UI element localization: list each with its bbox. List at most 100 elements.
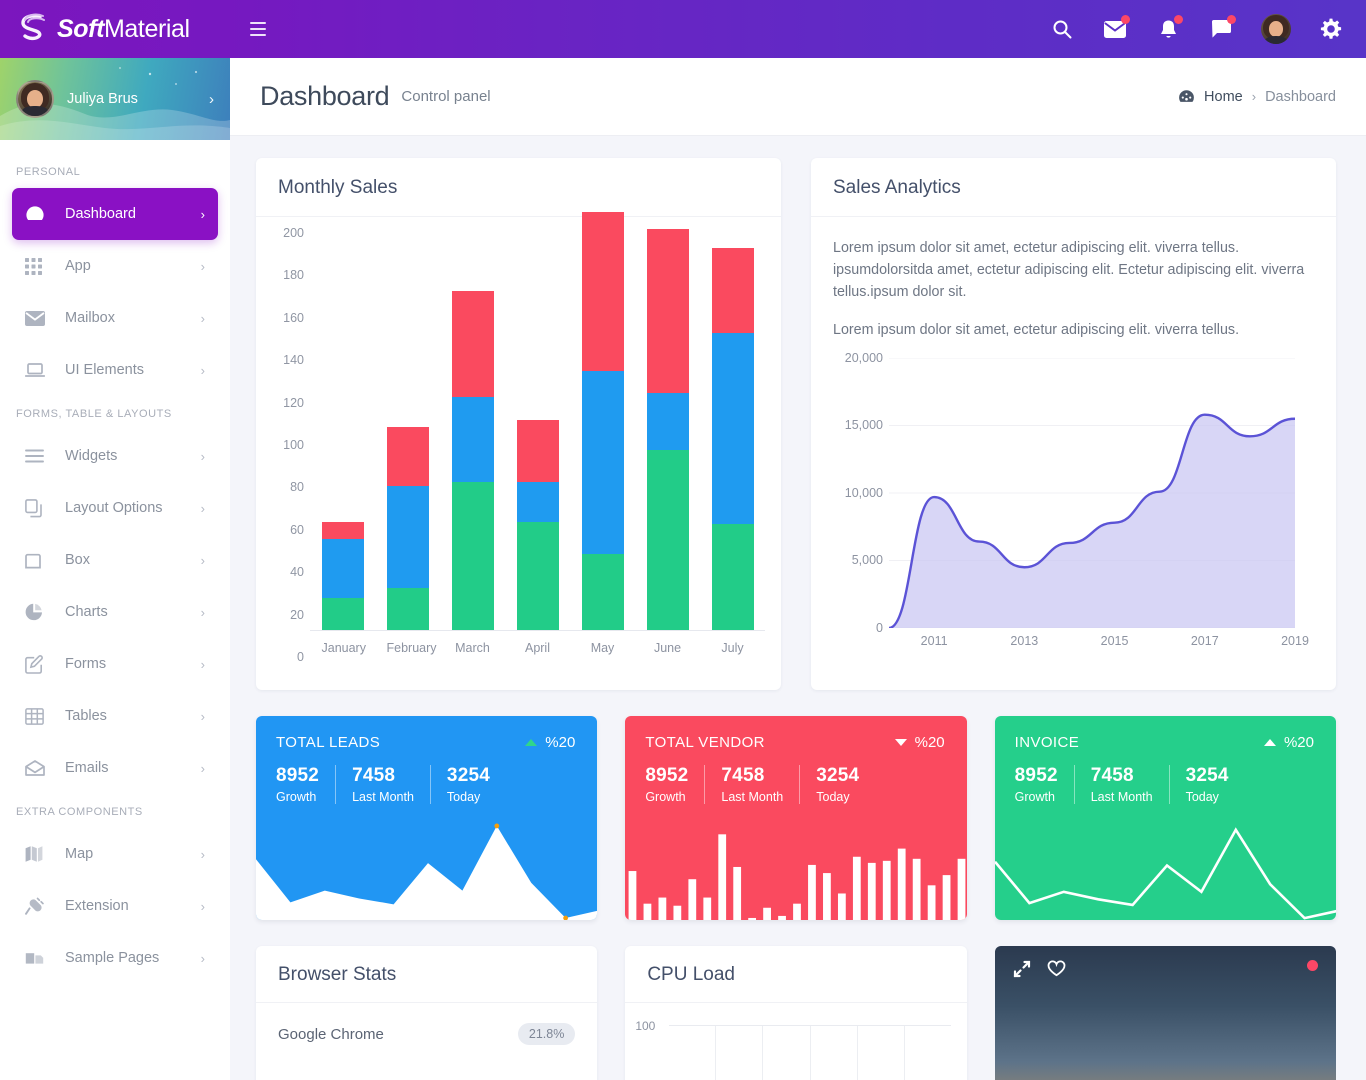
user-avatar[interactable] — [1261, 14, 1291, 44]
sales-analytics-body: Lorem ipsum dolor sit amet, ectetur adip… — [811, 217, 1336, 666]
sidebar-item-charts[interactable]: Charts › — [12, 586, 218, 638]
bar-x-tick: April — [524, 641, 550, 655]
sidebar-item-ui-elements[interactable]: UI Elements › — [12, 344, 218, 396]
dashboard-content: Monthly Sales 200 180 160 140 120 100 80 60 40 20… — [230, 136, 1366, 1080]
trend-up-icon — [1263, 739, 1276, 746]
sidebar-item-label: Mailbox — [65, 310, 115, 326]
bar-segment-red — [711, 248, 754, 334]
stat-card-total-vendor[interactable]: TOTAL VENDOR %20 8952 Growth 7458 Last Month 3… — [625, 716, 967, 920]
mail-icon[interactable] — [1102, 15, 1130, 42]
sidebar-item-dashboard[interactable]: Dashboard › — [12, 188, 218, 240]
chevron-right-icon: › — [200, 448, 205, 464]
chat-icon[interactable] — [1208, 15, 1236, 42]
bar-segment-red — [386, 426, 429, 486]
bar-y-tick: 60 — [290, 522, 304, 537]
breadcrumb-home[interactable]: Home — [1204, 89, 1243, 105]
stat-metric-label: Last Month — [721, 790, 784, 804]
stat-metrics: 8952 Growth 7458 Last Month 3254 Today — [256, 751, 597, 804]
stat-metric-value: 8952 — [276, 765, 320, 786]
gear-icon[interactable] — [1318, 16, 1344, 42]
bar-y-tick: 100 — [283, 438, 304, 452]
sidebar-item-emails[interactable]: Emails › — [12, 742, 218, 794]
sidebar-group-label: FORMS, TABLE & LAYOUTS — [16, 408, 172, 420]
brand-name-bold: Soft — [57, 14, 104, 43]
stat-card-title: TOTAL LEADS — [276, 734, 381, 751]
stat-metric: 7458 Last Month — [704, 765, 799, 804]
bar-segment-blue — [386, 485, 429, 588]
sidebar-profile[interactable]: Juliya Brus › — [0, 58, 230, 140]
trend-up-icon — [525, 739, 538, 746]
bar-segment-red — [581, 212, 624, 372]
chevron-right-icon: › — [200, 898, 205, 914]
bar-x-tick: March — [455, 641, 490, 655]
stat-metric-label: Growth — [1014, 790, 1055, 804]
sidebar-item-mailbox[interactable]: Mailbox › — [12, 292, 218, 344]
sidebar-item-extension[interactable]: Extension › — [12, 880, 218, 932]
stat-metric-label: Last Month — [1090, 790, 1153, 804]
breadcrumb-current: Dashboard — [1265, 88, 1336, 105]
stat-metric-label: Today — [816, 790, 850, 804]
bar-segment-red — [646, 229, 689, 393]
main-area: Dashboard Control panel Home › Dashboard… — [230, 58, 1366, 1080]
browser-stats-row[interactable]: Google Chrome 21.8% — [256, 1003, 597, 1065]
sidebar-item-label: App — [65, 258, 91, 274]
sidebar-item-box[interactable]: Box › — [12, 534, 218, 586]
bar-segment-green — [386, 587, 429, 630]
sparkline-svg — [628, 834, 966, 920]
sidebar-item-app[interactable]: App › — [12, 240, 218, 292]
sidebar-toggle-button[interactable] — [250, 16, 276, 42]
stat-card-total-leads[interactable]: TOTAL LEADS %20 8952 Growth 7458 Last Month 32… — [256, 716, 598, 920]
heart-icon[interactable] — [1047, 960, 1066, 983]
stat-metric: 8952 Growth — [645, 765, 704, 804]
bar-segment-green — [516, 521, 559, 630]
avatar-face — [1261, 14, 1291, 44]
card-header: Browser Stats — [256, 946, 598, 1003]
bar-chart-x-axis: January February March April May June July — [310, 641, 765, 655]
hamburger-line — [250, 22, 266, 24]
bar-y-tick: 160 — [283, 310, 304, 325]
sidebar-item-tables[interactable]: Tables › — [12, 690, 218, 742]
sidebar-item-label: Tables — [65, 708, 107, 724]
stat-percent: %20 — [1283, 734, 1314, 751]
bell-icon[interactable] — [1155, 15, 1183, 42]
bar-segment-green — [451, 481, 494, 630]
chevron-right-icon: › — [200, 362, 205, 378]
area-chart-plot — [888, 357, 1310, 629]
stat-sparkline — [625, 812, 966, 920]
stat-trend: %20 — [894, 734, 945, 751]
cpu-load-title: CPU Load — [647, 964, 735, 985]
bar-segment-blue — [451, 396, 494, 482]
bar-column — [451, 290, 494, 630]
laptop-icon — [25, 359, 51, 381]
plug-icon — [25, 895, 51, 917]
chevron-right-icon: › — [200, 950, 205, 966]
top-navigation-bar: SoftMaterial — [0, 0, 1366, 58]
sidebar-item-layout-options[interactable]: Layout Options › — [12, 482, 218, 534]
chat-badge-dot — [1227, 15, 1236, 24]
stat-metric-label: Growth — [276, 790, 317, 804]
stat-metric: 3254 Today — [799, 765, 875, 804]
brand-logo[interactable]: SoftMaterial — [0, 13, 230, 45]
stat-metric: 8952 Growth — [1015, 765, 1074, 804]
pages-icon — [25, 947, 51, 969]
stat-metric: 8952 Growth — [276, 765, 335, 804]
search-icon[interactable] — [1049, 16, 1075, 42]
sidebar-item-map[interactable]: Map › — [12, 828, 218, 880]
sidebar-item-sample-pages[interactable]: Sample Pages › — [12, 932, 218, 984]
profile-avatar — [16, 80, 54, 118]
sidebar-item-widgets[interactable]: Widgets › — [12, 430, 218, 482]
cpu-gridlines — [669, 1025, 951, 1080]
stat-metrics: 8952 Growth 7458 Last Month 3254 Today — [625, 751, 966, 804]
breadcrumb: Home › Dashboard — [1178, 89, 1336, 105]
charts-row: Monthly Sales 200 180 160 140 120 100 80 60 40 20… — [256, 158, 1336, 690]
stat-metric-value: 7458 — [1090, 765, 1134, 786]
photo-badge-dot — [1306, 960, 1318, 971]
chevron-right-icon: › — [200, 760, 205, 776]
expand-icon[interactable] — [1013, 960, 1031, 983]
photo-card[interactable]: Donec vitae leo dignissim sodales. — [994, 946, 1336, 1080]
stat-card-header: INVOICE %20 — [995, 716, 1336, 751]
card-header: CPU Load — [625, 946, 967, 1003]
sidebar-item-forms[interactable]: Forms › — [12, 638, 218, 690]
stat-card-invoice[interactable]: INVOICE %20 8952 Growth 7458 Last Month 3254 To… — [994, 716, 1336, 920]
stat-metric: 7458 Last Month — [1073, 765, 1169, 804]
